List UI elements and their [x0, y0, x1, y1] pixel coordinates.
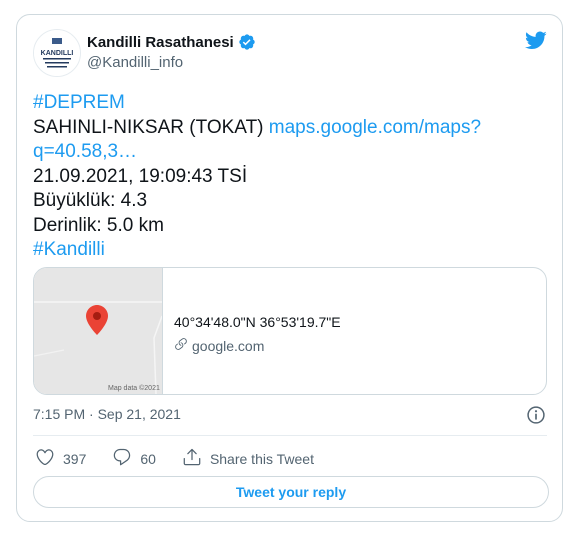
tweet-text-segment: 21.09.2021, 19:09:43 TSİ	[33, 165, 248, 187]
tweet-text-line: q=40.58,3…	[33, 140, 533, 165]
map-url-link[interactable]: maps.google.com/maps?	[269, 117, 481, 138]
verified-badge-icon	[238, 33, 256, 51]
info-icon[interactable]	[526, 405, 546, 430]
map-domain[interactable]: google.com	[174, 337, 264, 354]
hashtag-link[interactable]: #DEPREM	[33, 92, 125, 113]
tweet-text-line: #DEPREM	[33, 91, 533, 116]
tweet-actions: 397 60 Share this Tweet	[35, 447, 340, 470]
tweet-text-segment: Büyüklük: 4.3	[33, 190, 148, 211]
reply-action-button[interactable]: 60	[112, 447, 156, 470]
map-pin-icon	[86, 305, 108, 340]
map-url-link[interactable]: q=40.58,3…	[33, 141, 137, 162]
like-button[interactable]: 397	[35, 447, 86, 470]
tweet-your-reply-button[interactable]: Tweet your reply	[33, 476, 549, 508]
tweet-text-segment: SAHINLI-NIKSAR (TOKAT)	[33, 116, 269, 138]
map-thumbnail[interactable]: Map data ©2021	[34, 268, 163, 394]
tweet-text: #DEPREM SAHINLI-NIKSAR (TOKAT) maps.googl…	[33, 91, 533, 263]
avatar-text: KANDILLI	[41, 50, 74, 57]
divider	[33, 435, 547, 436]
author-handle[interactable]: @Kandilli_info	[87, 54, 183, 71]
map-credit: Map data ©2021	[108, 385, 160, 392]
avatar[interactable]: KANDILLI	[33, 29, 81, 77]
author-name-row[interactable]: Kandilli Rasathanesi	[87, 33, 256, 51]
tweet-text-line: #Kandilli	[33, 238, 533, 263]
tweet-text-line: Derinlik: 5.0 km	[33, 214, 533, 239]
share-icon	[182, 447, 210, 470]
tweet-text-line: SAHINLI-NIKSAR (TOKAT) maps.google.com/m…	[33, 116, 533, 141]
tweet-card: KANDILLI Kandilli Rasathanesi @Kandilli_…	[16, 14, 563, 522]
reply-icon	[112, 447, 140, 470]
tweet-text-line: Büyüklük: 4.3	[33, 189, 533, 214]
reply-count: 60	[140, 450, 156, 467]
share-label: Share this Tweet	[209, 450, 314, 467]
hashtag-link[interactable]: #Kandilli	[33, 239, 105, 260]
tweet-text-segment: Derinlik: 5.0 km	[33, 214, 164, 236]
like-count: 397	[63, 450, 87, 467]
map-domain-text: google.com	[192, 337, 265, 354]
share-button[interactable]: Share this Tweet	[182, 447, 314, 470]
tweet-timestamp[interactable]: 7:15 PM · Sep 21, 2021	[33, 406, 181, 422]
author-name[interactable]: Kandilli Rasathanesi	[87, 34, 234, 51]
tweet-text-line: 21.09.2021, 19:09:43 TSİ	[33, 165, 533, 190]
map-coordinates[interactable]: 40°34'48.0"N 36°53'19.7"E	[174, 314, 341, 330]
link-icon	[174, 337, 192, 354]
heart-icon	[35, 447, 63, 470]
map-link-card[interactable]: Map data ©2021 40°34'48.0"N 36°53'19.7"E…	[33, 267, 547, 395]
twitter-bird-icon[interactable]	[524, 29, 548, 56]
